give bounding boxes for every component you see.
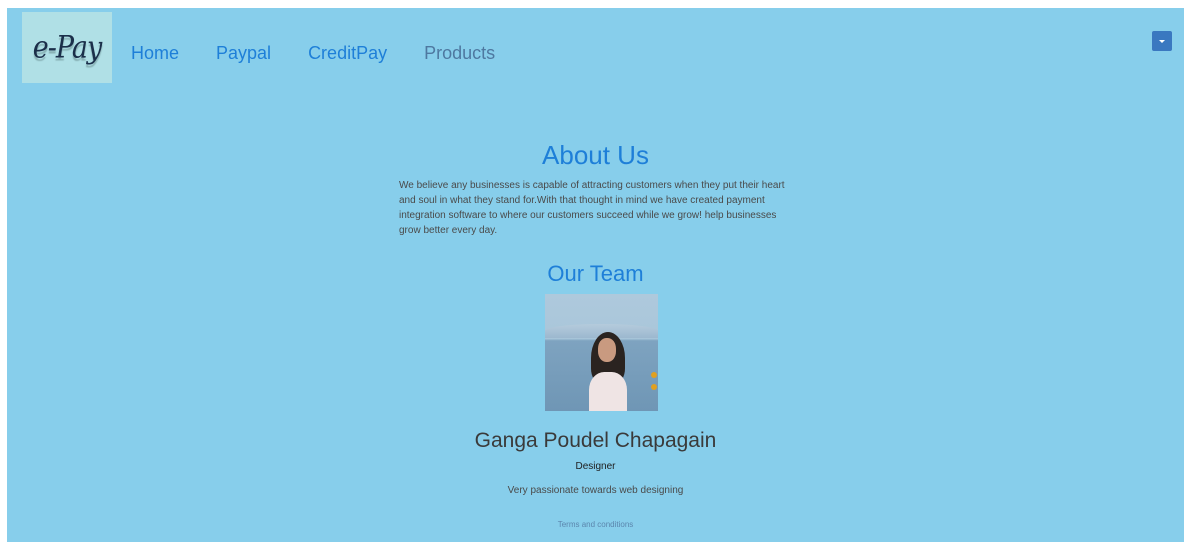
team-title: Our Team bbox=[547, 261, 644, 286]
about-title: About Us bbox=[542, 140, 649, 170]
team-member-photo bbox=[545, 294, 658, 411]
nav-item-creditpay[interactable]: CreditPay bbox=[308, 43, 387, 63]
team-member-role: Designer bbox=[575, 461, 616, 472]
main-nav: Home Paypal CreditPay Products bbox=[131, 43, 495, 63]
nav-item-paypal[interactable]: Paypal bbox=[216, 43, 271, 63]
page-container: e-Pay Home Paypal CreditPay Products Abo… bbox=[7, 8, 1184, 542]
nav-item-home[interactable]: Home bbox=[131, 43, 179, 63]
logo-text: e-Pay bbox=[32, 29, 102, 66]
menu-toggle-button[interactable] bbox=[1152, 31, 1172, 51]
team-member-name: Ganga Poudel Chapagain bbox=[474, 429, 717, 452]
terms-link[interactable]: Terms and conditions bbox=[7, 520, 1184, 529]
about-text: We believe any businesses is capable of … bbox=[399, 180, 785, 236]
nav-item-products[interactable]: Products bbox=[424, 43, 495, 63]
caret-down-icon bbox=[1159, 39, 1165, 43]
brand-logo[interactable]: e-Pay bbox=[22, 12, 112, 83]
team-member-description: Very passionate towards web designing bbox=[507, 485, 684, 496]
